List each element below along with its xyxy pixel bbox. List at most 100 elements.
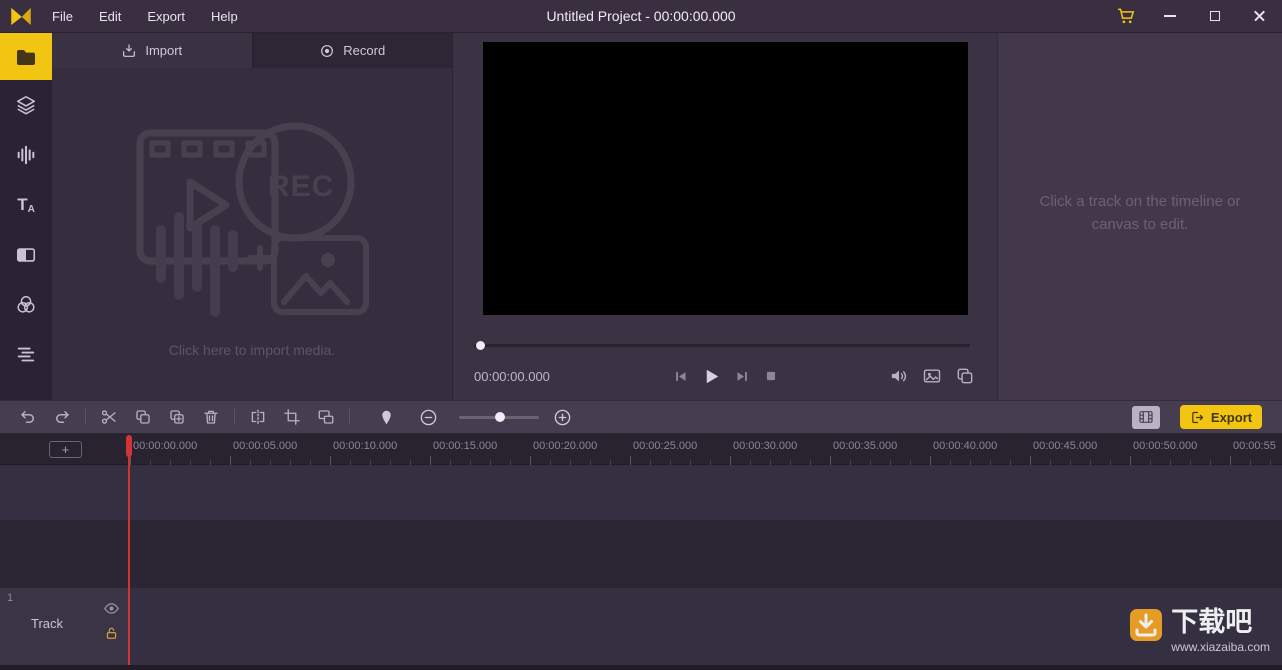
ruler-label: 00:00:20.000 [533,440,598,452]
toolbar-right: Export [1132,405,1282,429]
render-queue-button[interactable] [1132,405,1160,429]
delete-button[interactable] [197,404,224,430]
sidebar-item-elements[interactable] [0,80,52,130]
timeline: + 00:00:00.000 00:00:05.000 00:00:10.000… [0,433,1282,670]
video-canvas[interactable] [483,42,968,315]
timeline-row-upper[interactable] [0,465,1282,520]
seek-bar[interactable] [474,340,970,350]
media-panel: Import Record REC Click here to import m… [52,33,452,400]
ruler-label: 00:00:50.000 [1133,440,1198,452]
menu-export[interactable]: Export [147,9,185,24]
zoom-slider-handle[interactable] [495,412,505,422]
sidebar-item-transitions[interactable] [0,230,52,280]
close-button[interactable] [1237,0,1282,33]
audio-waveform-icon [15,144,37,166]
export-icon [1190,410,1205,425]
preview-controls: 00:00:00.000 [453,359,997,393]
marker-button[interactable] [373,404,400,430]
properties-panel: Click a track on the timeline or canvas … [997,33,1282,400]
export-button-label: Export [1210,409,1253,425]
sidebar-item-behaviors[interactable] [0,330,52,380]
timeline-bottom-strip [0,665,1282,670]
sidebar-item-text[interactable]: TA [0,180,52,230]
seek-handle[interactable] [476,341,485,350]
split-button[interactable] [244,404,271,430]
titlebar: File Edit Export Help Untitled Project -… [0,0,1282,33]
copy-button[interactable] [129,404,156,430]
folder-icon [14,45,38,69]
preview-panel: 00:00:00.000 [452,33,997,400]
timeline-ruler[interactable]: + 00:00:00.000 00:00:05.000 00:00:10.000… [0,433,1282,465]
import-icon [121,43,137,59]
maximize-button[interactable] [1192,0,1237,33]
filters-icon [15,294,37,316]
text-icon: TA [17,194,35,215]
undo-button[interactable] [14,404,41,430]
ruler-label: 00:00:35.000 [833,440,898,452]
ruler-label: 00:00:55 [1233,440,1276,452]
app-window: File Edit Export Help Untitled Project -… [0,0,1282,670]
overlay-button[interactable] [312,404,339,430]
menu-help[interactable]: Help [211,9,238,24]
seek-track [474,344,970,347]
sidebar-item-audio[interactable] [0,130,52,180]
tool-sidebar: TA [0,33,52,400]
ruler-label: 00:00:45.000 [1033,440,1098,452]
play-button[interactable] [702,367,721,386]
import-dropzone[interactable]: REC Click here to import media. [52,68,452,400]
watermark-logo-icon [1129,608,1163,642]
watermark-brand: 下载吧 [1171,607,1253,638]
import-placeholder-graphic: REC [132,110,372,330]
ruler-label: 00:00:25.000 [633,440,698,452]
app-logo-icon [0,0,42,33]
menu-file[interactable]: File [52,9,73,24]
sidebar-item-media[interactable] [0,33,52,80]
zoom-in-button[interactable] [549,404,576,430]
timeline-row-middle[interactable] [0,520,1282,588]
import-hint-text: Click here to import media. [168,342,336,358]
ruler-label: 00:00:40.000 [933,440,998,452]
redo-button[interactable] [48,404,75,430]
ruler-label: 00:00:00.000 [133,440,198,452]
edit-toolbar: Export [0,400,1282,433]
tab-import[interactable]: Import [52,33,253,68]
ruler-label: 00:00:15.000 [433,440,498,452]
sidebar-item-filters[interactable] [0,280,52,330]
toolbar-divider [349,409,350,425]
playhead[interactable] [126,435,132,665]
minimize-button[interactable] [1147,0,1192,33]
cart-icon[interactable] [1105,0,1147,33]
previous-frame-button[interactable] [673,369,688,384]
export-button[interactable]: Export [1180,405,1262,429]
ruler-label: 00:00:10.000 [333,440,398,452]
layers-icon [15,94,37,116]
tab-record[interactable]: Record [253,33,453,68]
ruler-label: 00:00:30.000 [733,440,798,452]
toolbar-divider [85,409,86,425]
lock-icon[interactable] [104,626,119,641]
media-tabs: Import Record [52,33,452,68]
menu-edit[interactable]: Edit [99,9,121,24]
stop-button[interactable] [764,369,778,383]
track-index: 1 [7,592,14,604]
crop-button[interactable] [278,404,305,430]
cut-button[interactable] [95,404,122,430]
visibility-eye-icon[interactable] [103,600,120,617]
zoom-slider[interactable] [459,411,539,423]
main-area: TA Import Record REC Click here to impor… [0,33,1282,400]
track-header[interactable]: 1 Track [0,588,130,665]
duplicate-button[interactable] [163,404,190,430]
behaviors-icon [15,344,37,366]
add-track-button[interactable]: + [49,441,82,458]
transitions-icon [15,244,37,266]
watermark: 下载吧 www.xiazaiba.com [1129,608,1270,654]
window-controls [1105,0,1282,33]
tab-record-label: Record [343,43,386,58]
timeline-track-1[interactable]: 1 Track [0,588,1282,665]
ruler-label: 00:00:05.000 [233,440,298,452]
properties-hint-text: Click a track on the timeline or canvas … [1039,193,1241,233]
next-frame-button[interactable] [735,369,750,384]
toolbar-divider [234,409,235,425]
menu-bar: File Edit Export Help [52,9,238,24]
zoom-out-button[interactable] [415,404,442,430]
